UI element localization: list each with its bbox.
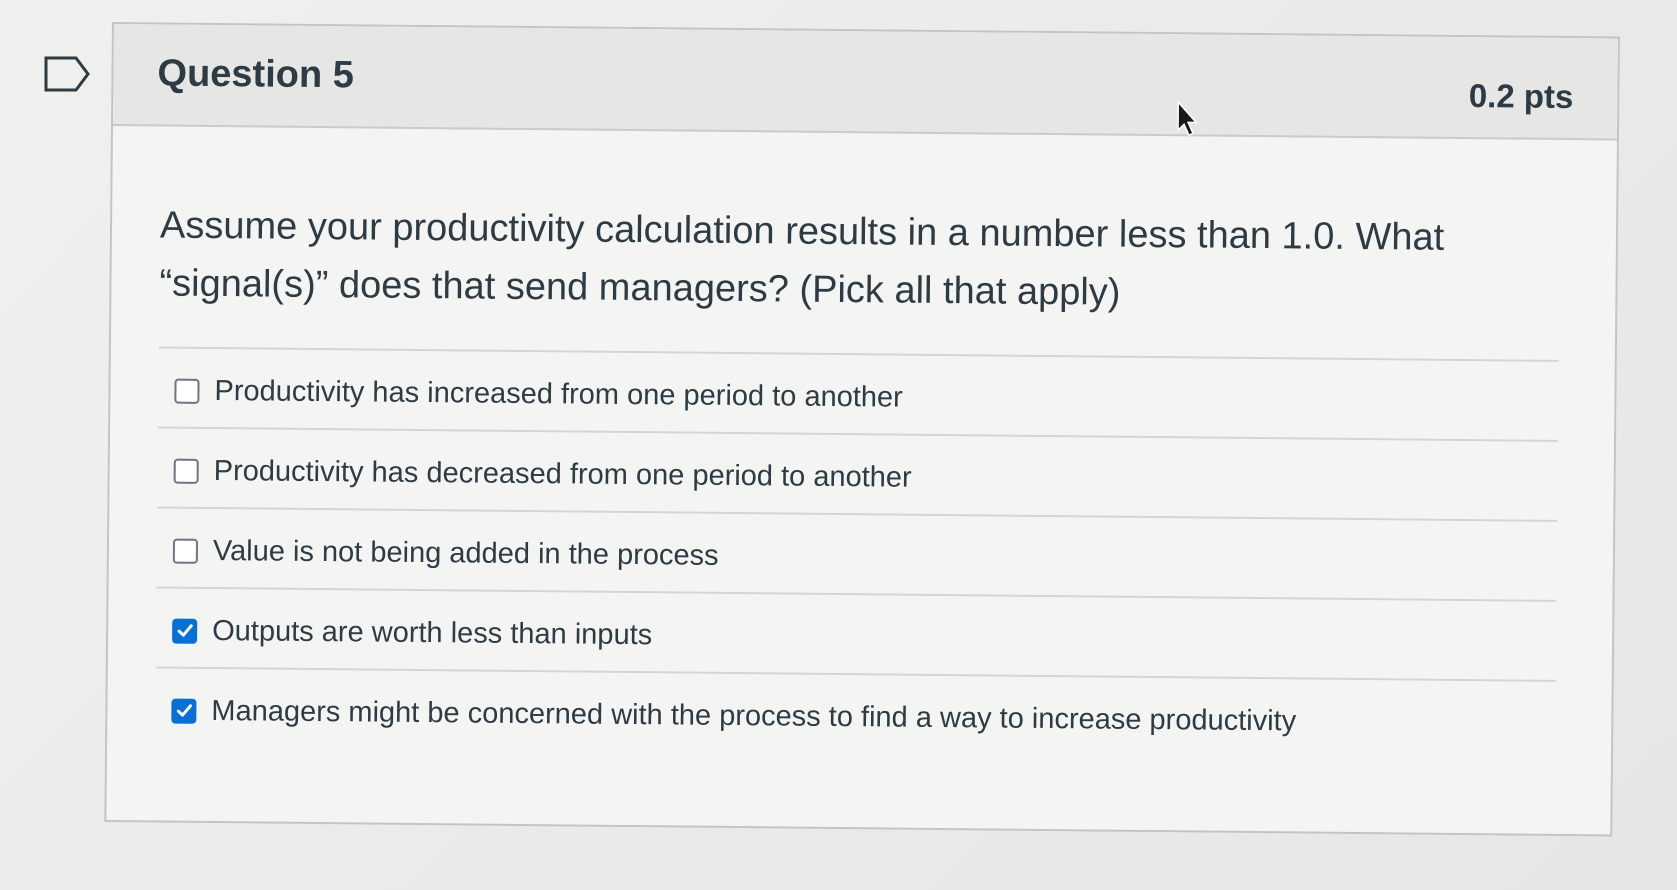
answer-label: Productivity has decreased from one peri…	[213, 454, 912, 494]
mouse-pointer-icon	[1177, 100, 1198, 137]
answer-checkbox[interactable]	[172, 618, 198, 644]
answer-option[interactable]: Managers might be concerned with the pro…	[155, 666, 1556, 760]
question-header: Question 5 0.2 pts	[113, 24, 1618, 141]
answer-list: Productivity has increased from one peri…	[155, 346, 1559, 760]
checkmark-icon	[176, 704, 192, 717]
answer-option[interactable]: Productivity has increased from one peri…	[158, 346, 1559, 440]
answer-label: Outputs are worth less than inputs	[212, 614, 653, 652]
answer-option[interactable]: Value is not being added in the process	[156, 506, 1558, 600]
question-title: Question 5	[157, 52, 355, 97]
flag-question-icon[interactable]	[44, 56, 90, 92]
checkmark-icon	[177, 624, 193, 637]
answer-label: Productivity has increased from one peri…	[214, 375, 903, 414]
question-card: Question 5 0.2 pts Assume your productiv…	[104, 22, 1620, 837]
answer-option[interactable]: Outputs are worth less than inputs	[155, 586, 1557, 680]
question-points: 0.2 pts	[1468, 77, 1574, 116]
answer-option[interactable]: Productivity has decreased from one peri…	[157, 426, 1559, 520]
answer-checkbox[interactable]	[172, 538, 199, 564]
answer-label: Managers might be concerned with the pro…	[211, 694, 1297, 738]
answer-checkbox[interactable]	[171, 698, 197, 724]
answer-label: Value is not being added in the process	[212, 534, 719, 572]
question-text: Assume your productivity calculation res…	[159, 204, 1445, 314]
answer-checkbox[interactable]	[174, 378, 200, 404]
answer-checkbox[interactable]	[173, 458, 199, 484]
